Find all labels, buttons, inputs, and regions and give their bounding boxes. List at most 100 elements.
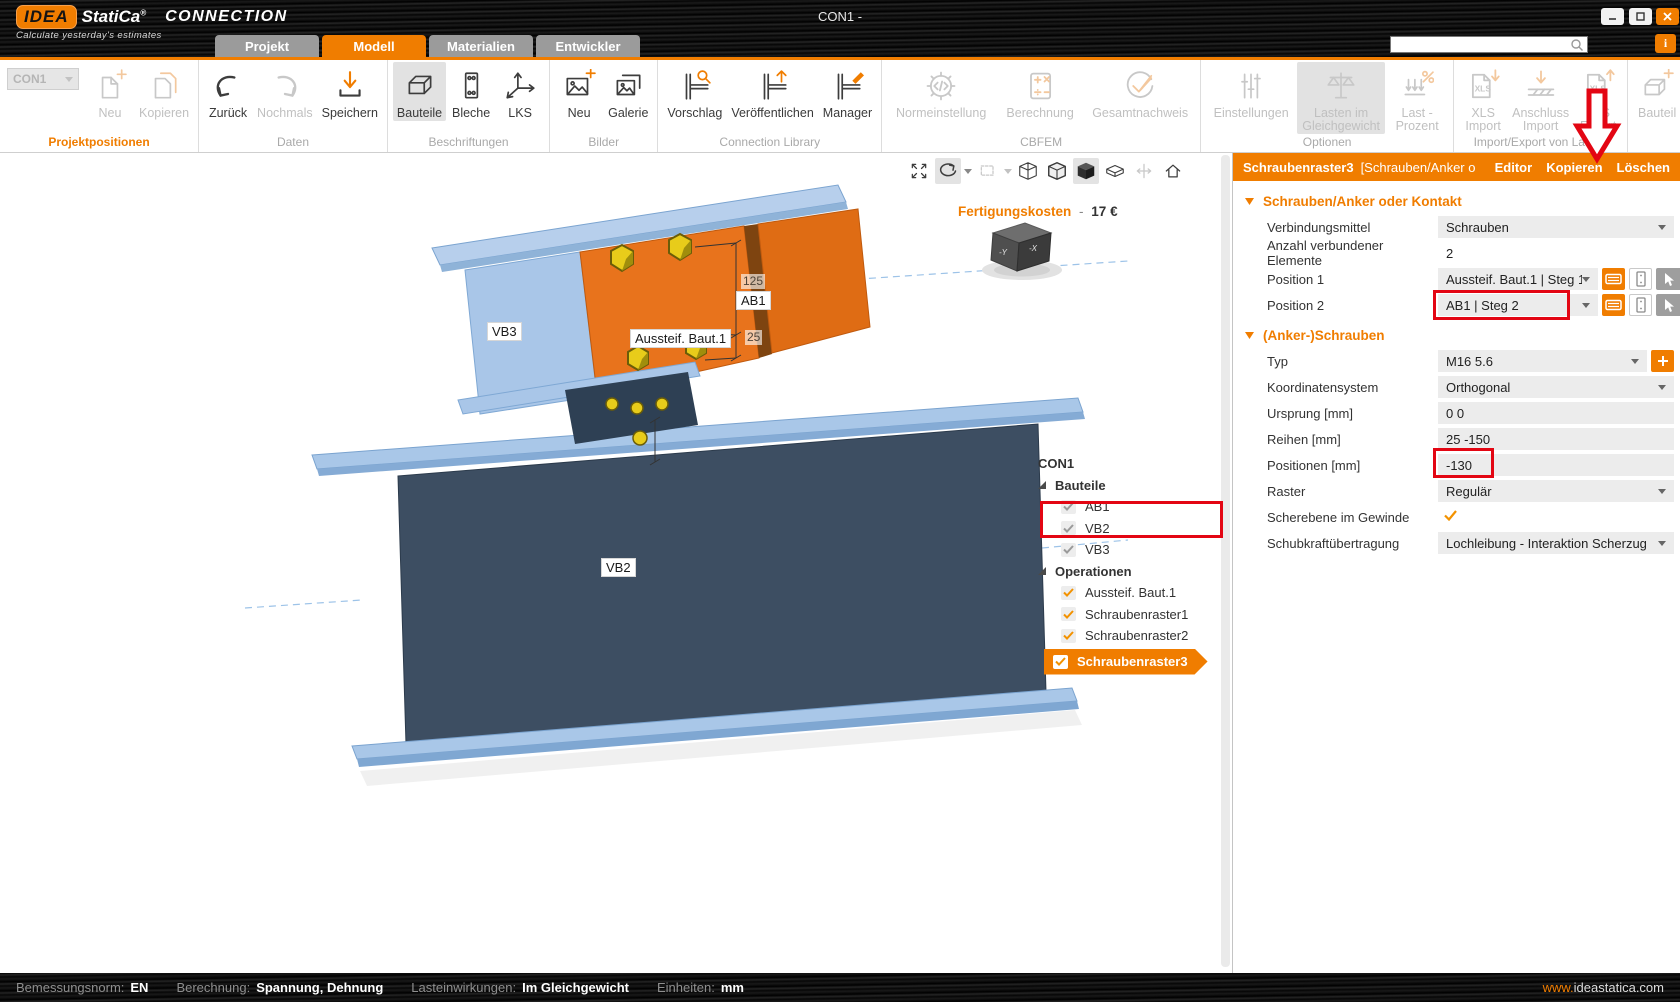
checkbox-checked-orange[interactable] [1061,629,1076,643]
tree-branch-bauteile[interactable]: Bauteile [1030,475,1232,497]
chevron-down-icon[interactable] [1004,169,1012,174]
manager-button[interactable]: Manager [819,62,876,121]
position2-plate-face-button[interactable] [1602,294,1625,316]
galerie-button[interactable]: Galerie [604,62,652,121]
tree-expander-icon[interactable] [1038,567,1046,575]
lks-toggle[interactable]: LKS [496,62,544,121]
lasten-gleichgewicht-toggle[interactable]: Lasten im Gleichgewicht [1297,62,1385,134]
solid-view-button[interactable] [1073,158,1099,184]
tab-modell[interactable]: Modell [322,35,426,57]
checkbox-checked-orange[interactable] [1053,655,1068,669]
origin-axes-button[interactable] [1131,158,1157,184]
speichern-button[interactable]: Speichern [318,62,382,121]
chevron-down-icon[interactable] [964,169,972,174]
berechnung-button[interactable]: Berechnung [996,62,1084,121]
editor-button[interactable]: Editor [1495,160,1533,175]
section-schrauben-anker[interactable]: Schrauben/Anker oder Kontakt [1233,188,1680,214]
position2-plate-edge-button[interactable] [1629,294,1652,316]
info-button[interactable]: i [1655,34,1676,53]
model-viewport[interactable]: Fertigungskosten - 17 € -Y -X VB3 Ausste… [0,153,1232,973]
tree-root-con1[interactable]: CON1 [1030,453,1232,475]
einstellungen-button[interactable]: Einstellungen [1206,62,1296,121]
position2-pick-button[interactable] [1656,294,1680,316]
shaded-view-button[interactable] [1044,158,1070,184]
ribbon: CON1 Neu Kopieren Projektpositionen [0,60,1680,153]
tree-item-vb3[interactable]: VB3 [1030,539,1232,561]
checkbox-checked-gray[interactable] [1061,543,1076,557]
combo-value: CON1 [13,72,46,86]
navigation-cube[interactable]: -Y -X [975,215,1071,287]
add-bolt-type-button[interactable] [1651,350,1674,372]
tree-expander-icon[interactable] [1038,481,1046,489]
loeschen-button[interactable]: Löschen [1617,160,1670,175]
zurueck-button[interactable]: Zurück [204,62,252,121]
maximize-button[interactable] [1629,8,1652,25]
section-anker-schrauben[interactable]: (Anker-)Schrauben [1233,322,1680,348]
checkbox-checked-gray[interactable] [1061,500,1076,514]
zoom-window-button[interactable] [975,158,1001,184]
koordinatensystem-select[interactable]: Orthogonal [1438,376,1674,398]
rotate-view-button[interactable] [935,158,961,184]
tree-item-aussteif-baut1[interactable]: Aussteif. Baut.1 [1030,582,1232,604]
scherebene-checkbox-checked[interactable] [1438,508,1457,526]
bolt-type-select[interactable]: M16 5.6 [1438,350,1647,372]
vorschlag-button[interactable]: Vorschlag [663,62,726,121]
normeinstellung-button[interactable]: Normeinstellung [887,62,995,121]
close-button[interactable] [1656,8,1679,25]
anschluss-import-button[interactable]: Anschluss Import [1508,62,1573,134]
tree-item-vb2[interactable]: VB2 [1030,518,1232,540]
neu-bauteil-button[interactable]: Bauteil [1633,62,1680,121]
neu-position-button[interactable]: Neu [86,62,134,121]
checkbox-checked-orange[interactable] [1061,586,1076,600]
tree-item-ab1[interactable]: AB1 [1030,496,1232,518]
verbindungsmittel-select[interactable]: Schrauben [1438,216,1674,238]
veroeffentlichen-button[interactable]: Veröffentlichen [727,62,817,121]
gesamtnachweis-button[interactable]: Gesamtnachweis [1085,62,1195,121]
checkbox-checked-gray[interactable] [1061,521,1076,535]
search-input[interactable] [1391,38,1570,51]
reihen-input[interactable]: 25 -150 [1438,428,1674,450]
website-link[interactable]: www.ideastatica.com [1543,980,1664,995]
bauteile-labels-toggle[interactable]: Bauteile [393,62,446,121]
tab-entwickler[interactable]: Entwickler [536,35,640,57]
minimize-button[interactable] [1601,8,1624,25]
zoom-fit-button[interactable] [906,158,932,184]
ursprung-input[interactable]: 0 0 [1438,402,1674,424]
tree-item-schraubenraster2[interactable]: Schraubenraster2 [1030,625,1232,647]
section-view-button[interactable] [1102,158,1128,184]
positionen-input[interactable]: -130 [1438,454,1674,476]
row-anzahl-elemente: Anzahl verbundener Elemente 2 [1233,240,1680,266]
position1-pick-button[interactable] [1656,268,1680,290]
tree-branch-operationen[interactable]: Operationen [1030,561,1232,583]
connection-upload-icon [754,69,792,103]
position1-select[interactable]: Aussteif. Baut.1 | Steg 1 [1438,268,1598,290]
last-prozent-button[interactable]: Last - Prozent [1386,62,1448,134]
idea-logo-icon: IDEA [16,5,77,29]
wireframe-view-button[interactable] [1015,158,1041,184]
bild-neu-button[interactable]: Neu [555,62,603,121]
connection-edit-icon [828,69,866,103]
tab-projekt[interactable]: Projekt [215,35,319,57]
project-position-combo[interactable]: CON1 [7,68,79,90]
tree-item-schraubenraster3-selected[interactable]: Schraubenraster3 [1030,647,1232,677]
tree-item-schraubenraster1[interactable]: Schraubenraster1 [1030,604,1232,626]
xls-import-button[interactable]: XLS XLS Import [1459,62,1507,134]
member-label-vb2: VB2 [601,558,636,577]
row-scherebene: Scherebene im Gewinde [1233,504,1680,530]
copy-icon [147,69,181,103]
raster-select[interactable]: Regulär [1438,480,1674,502]
row-positionen: Positionen [mm] -130 [1233,452,1680,478]
position1-plate-edge-button[interactable] [1629,268,1652,290]
kopieren-position-button[interactable]: Kopieren [135,62,193,121]
checkbox-checked-orange[interactable] [1061,607,1076,621]
tab-materialien[interactable]: Materialien [429,35,533,57]
tagline: Calculate yesterday's estimates [16,30,162,41]
schubkraft-select[interactable]: Lochleibung - Interaktion Scherzug [1438,532,1674,554]
viewport-scrollbar[interactable] [1221,155,1230,967]
bleche-labels-toggle[interactable]: Bleche [447,62,495,121]
position2-select[interactable]: AB1 | Steg 2 [1438,294,1598,316]
nochmals-button[interactable]: Nochmals [253,62,317,121]
position1-plate-face-button[interactable] [1602,268,1625,290]
gear-code-icon [923,68,959,104]
home-view-button[interactable] [1160,158,1186,184]
